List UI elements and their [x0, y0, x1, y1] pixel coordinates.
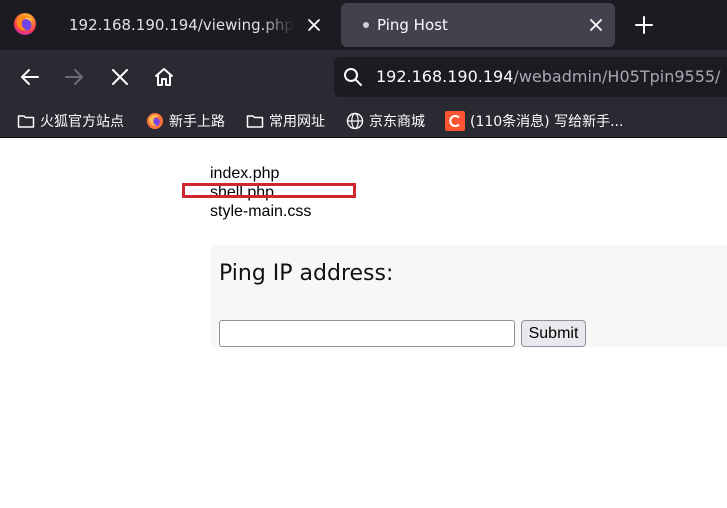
close-icon[interactable]	[303, 14, 325, 36]
bookmark-label: (110条消息) 写给新手...	[470, 114, 624, 130]
address-bar[interactable]: 192.168.190.194/webadmin/H05Tpin9555/	[334, 57, 727, 97]
firefox-icon	[147, 113, 163, 129]
ip-address-input[interactable]	[219, 320, 515, 347]
stop-loading-icon[interactable]	[108, 65, 132, 89]
home-icon[interactable]	[152, 65, 176, 89]
annotation-highlight-box	[182, 183, 356, 198]
bookmark-jd-mall[interactable]: 京东商城	[346, 110, 425, 132]
tab-ping-host[interactable]: Ping Host	[341, 3, 615, 47]
tab-viewing[interactable]: 192.168.190.194/viewing.php?file=	[52, 3, 334, 47]
url-host: 192.168.190.194	[376, 67, 514, 86]
navigation-toolbar: 192.168.190.194/webadmin/H05Tpin9555/	[0, 50, 727, 104]
tab-strip: 192.168.190.194/viewing.php?file= Ping H…	[0, 0, 727, 50]
url-path: /webadmin/H05Tpin9555/	[513, 67, 721, 86]
bookmark-label: 新手上路	[169, 114, 225, 130]
back-arrow-icon[interactable]	[18, 65, 42, 89]
ping-form-panel: Ping IP address: Submit	[210, 245, 727, 347]
close-icon[interactable]	[585, 14, 607, 36]
folder-icon	[246, 115, 264, 128]
url-text[interactable]: 192.168.190.194/webadmin/H05Tpin9555/	[376, 67, 720, 86]
bookmark-getting-started[interactable]: 新手上路	[146, 110, 225, 132]
bookmark-label: 常用网址	[269, 114, 325, 130]
file-list-item: style-main.css	[210, 203, 312, 220]
page-content: index.php shell.php style-main.css Ping …	[0, 138, 727, 508]
bookmarks-toolbar: 火狐官方站点 新手上路 常用网址 京东商城 (110条消息) 写给新手...	[0, 104, 727, 138]
bookmark-firefox-official-site[interactable]: 火狐官方站点	[17, 110, 124, 132]
folder-icon	[17, 115, 35, 128]
tab-title: Ping Host	[377, 16, 448, 34]
ping-heading: Ping IP address:	[219, 261, 394, 286]
bookmark-common-sites[interactable]: 常用网址	[246, 110, 325, 132]
bookmark-label: 火狐官方站点	[40, 114, 124, 130]
loading-indicator-icon	[363, 22, 369, 28]
bookmark-label: 京东商城	[369, 114, 425, 130]
tab-title: 192.168.190.194/viewing.php?file=	[69, 16, 294, 34]
bookmark-csdn-article[interactable]: (110条消息) 写给新手...	[445, 110, 623, 132]
globe-icon	[346, 112, 364, 130]
file-list-item: index.php	[210, 165, 280, 182]
submit-button[interactable]: Submit	[521, 320, 586, 347]
firefox-icon[interactable]	[13, 12, 37, 36]
new-tab-plus-icon[interactable]	[632, 13, 656, 37]
search-icon	[344, 68, 362, 86]
csdn-icon	[445, 111, 465, 131]
forward-arrow-icon[interactable]	[62, 65, 86, 89]
